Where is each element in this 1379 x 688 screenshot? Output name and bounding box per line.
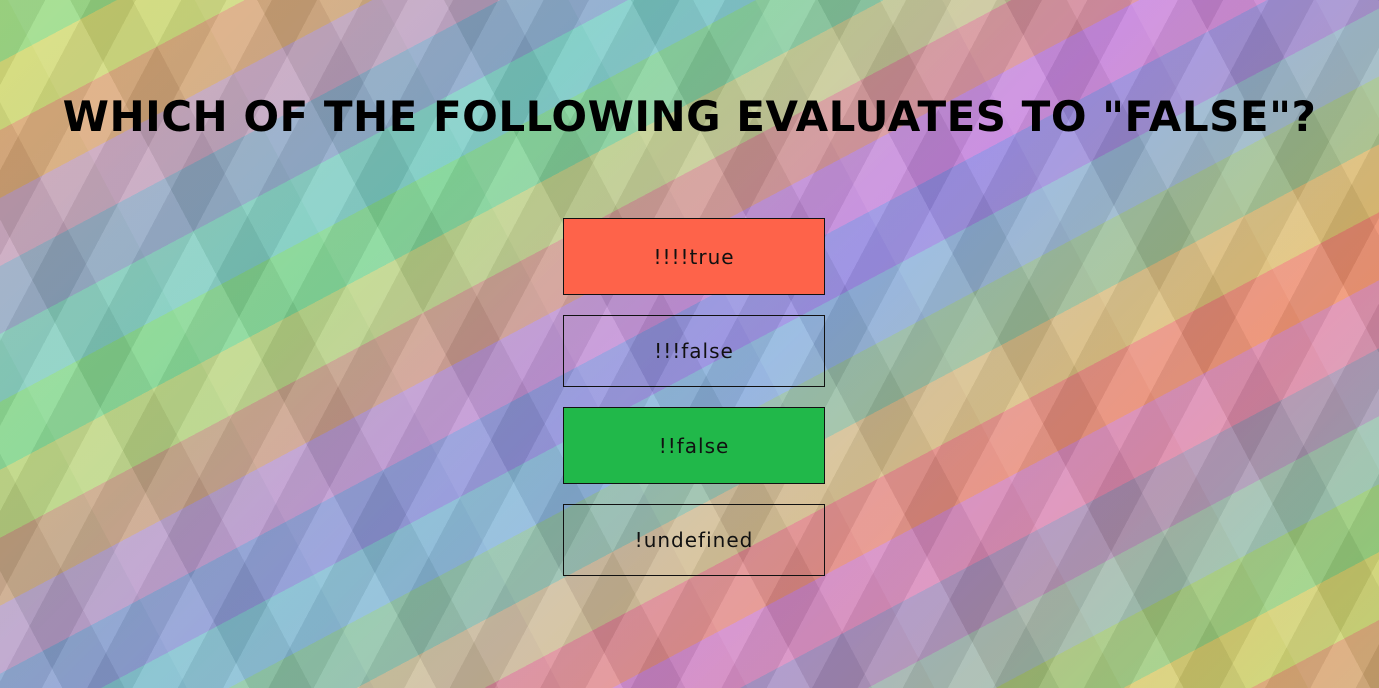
answer-button-2[interactable]: !!!false xyxy=(563,315,825,387)
answer-button-1[interactable]: !!!!true xyxy=(563,218,825,295)
answer-button-3[interactable]: !!false xyxy=(563,407,825,484)
answer-button-4[interactable]: !undefined xyxy=(563,504,825,576)
question-title: WHICH OF THE FOLLOWING EVALUATES TO "FAL… xyxy=(62,92,1317,141)
answer-list: !!!!true !!!false !!false !undefined xyxy=(563,218,825,576)
